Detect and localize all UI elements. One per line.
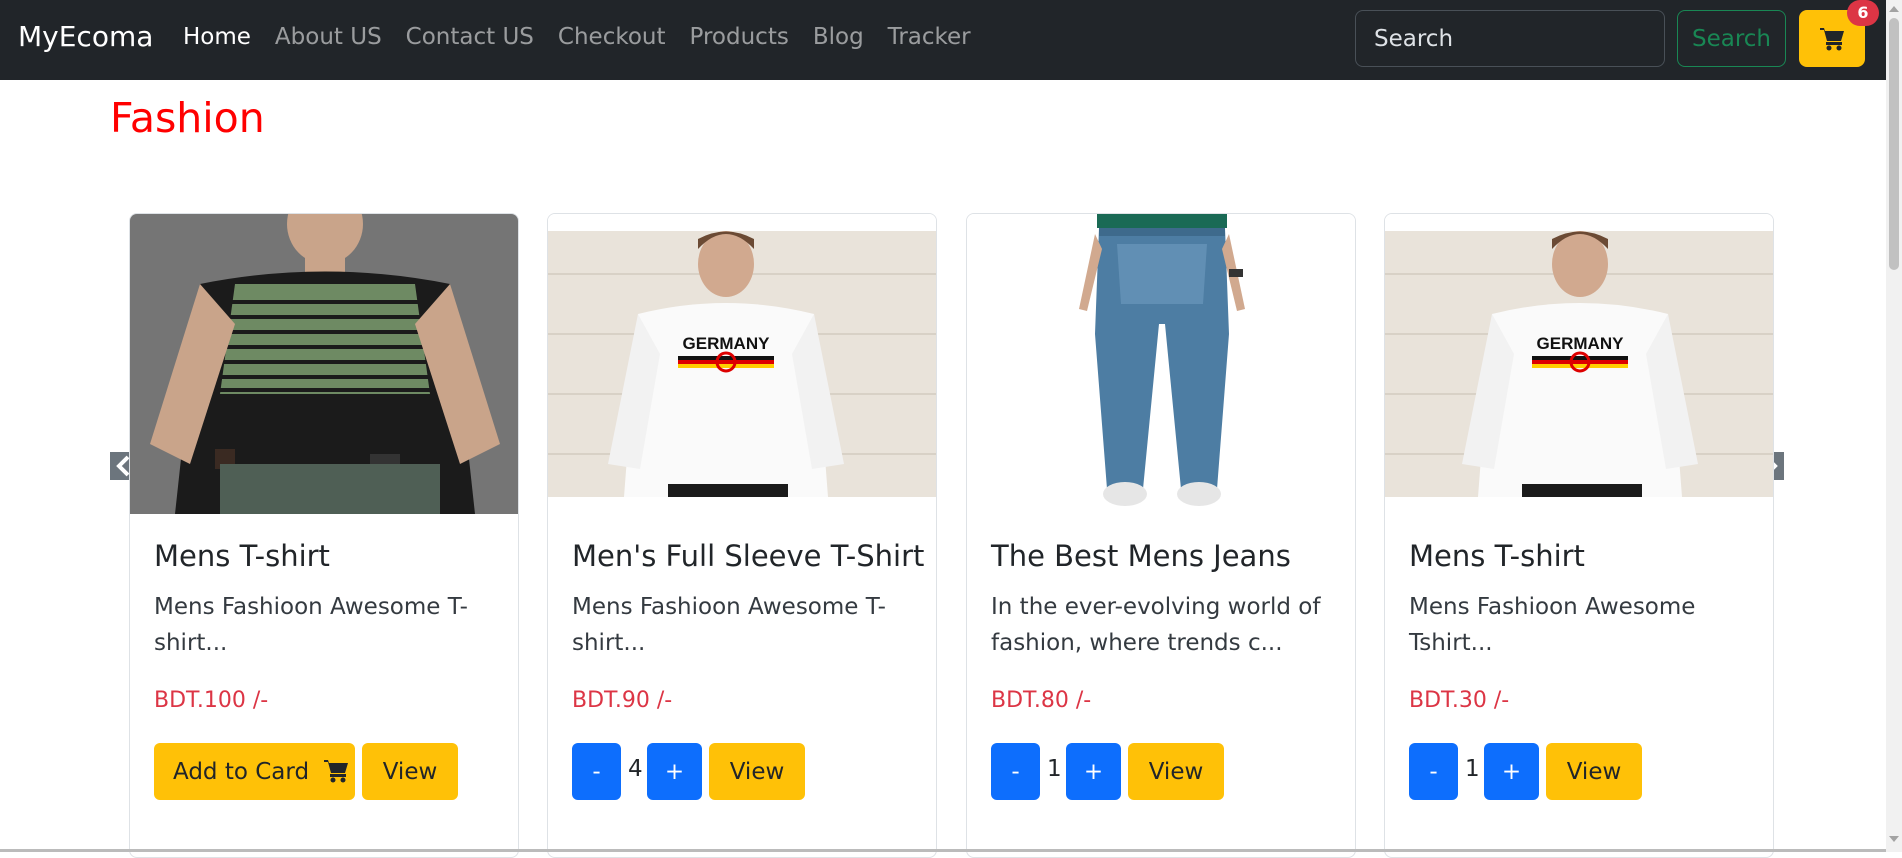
product-card: The Best Mens Jeans In the ever-evolving… (966, 213, 1356, 858)
scroll-down-arrow-icon[interactable] (1889, 836, 1899, 842)
brand-link[interactable]: MyEcoma (18, 20, 153, 53)
product-price: BDT.30 /- (1409, 688, 1510, 713)
nav-link-products[interactable]: Products (690, 24, 789, 50)
view-button[interactable]: View (362, 743, 458, 800)
search-input[interactable] (1355, 10, 1665, 67)
product-card: GERMANY Men's Full Sleeve T-Shirt Mens F… (547, 213, 937, 858)
quantity-value: 4 (628, 756, 643, 782)
quantity-value: 1 (1465, 756, 1480, 782)
nav-link-checkout[interactable]: Checkout (558, 24, 666, 50)
product-price: BDT.90 /- (572, 688, 673, 713)
product-image (967, 214, 1355, 514)
product-card: GERMANY Mens T-shirt Mens Fashioon Aweso… (1384, 213, 1774, 858)
nav-link-blog[interactable]: Blog (813, 24, 864, 50)
search-button[interactable]: Search (1677, 10, 1786, 67)
section-title: Fashion (110, 94, 265, 142)
quantity-value: 1 (1047, 756, 1062, 782)
nav-link-about[interactable]: About US (275, 24, 382, 50)
svg-text:GERMANY: GERMANY (683, 334, 771, 353)
view-button[interactable]: View (709, 743, 805, 800)
nav-link-tracker[interactable]: Tracker (888, 24, 971, 50)
quantity-increase-button[interactable]: + (1066, 743, 1121, 800)
nav-links: Home About US Contact US Checkout Produc… (183, 24, 995, 50)
product-price: BDT.80 /- (991, 688, 1092, 713)
navbar: MyEcoma Home About US Contact US Checkou… (0, 0, 1902, 80)
quantity-increase-button[interactable]: + (1484, 743, 1539, 800)
svg-text:GERMANY: GERMANY (1537, 334, 1625, 353)
quantity-decrease-button[interactable]: - (572, 743, 621, 800)
product-title: Mens T-shirt (1409, 539, 1585, 573)
product-title: Men's Full Sleeve T-Shirt (572, 539, 925, 573)
cart-icon (1820, 28, 1844, 51)
add-to-cart-label: Add to Card (173, 758, 310, 785)
product-title: The Best Mens Jeans (991, 539, 1291, 573)
quantity-decrease-button[interactable]: - (991, 743, 1040, 800)
nav-link-contact[interactable]: Contact US (406, 24, 534, 50)
nav-link-home[interactable]: Home (183, 24, 251, 50)
product-card: Mens T-shirt Mens Fashioon Awesome T-shi… (129, 213, 519, 858)
product-price: BDT.100 /- (154, 688, 269, 713)
cart-count-badge: 6 (1847, 0, 1879, 26)
add-to-cart-button[interactable]: Add to Card (154, 743, 355, 800)
cart-icon (324, 759, 349, 782)
product-title: Mens T-shirt (154, 539, 330, 573)
scroll-up-arrow-icon[interactable] (1889, 6, 1899, 12)
product-image (130, 214, 518, 514)
view-button[interactable]: View (1546, 743, 1642, 800)
product-description: Mens Fashioon Awesome Tshirt... (1409, 594, 1696, 656)
scrollbar-thumb[interactable] (1889, 18, 1899, 270)
product-description: In the ever-evolving world of fashion, w… (991, 594, 1321, 656)
view-button[interactable]: View (1128, 743, 1224, 800)
product-description: Mens Fashioon Awesome T-shirt... (154, 594, 468, 656)
product-description: Mens Fashioon Awesome T-shirt... (572, 594, 886, 656)
quantity-increase-button[interactable]: + (647, 743, 702, 800)
quantity-decrease-button[interactable]: - (1409, 743, 1458, 800)
product-image: GERMANY (548, 214, 936, 514)
product-image: GERMANY (1385, 214, 1773, 514)
